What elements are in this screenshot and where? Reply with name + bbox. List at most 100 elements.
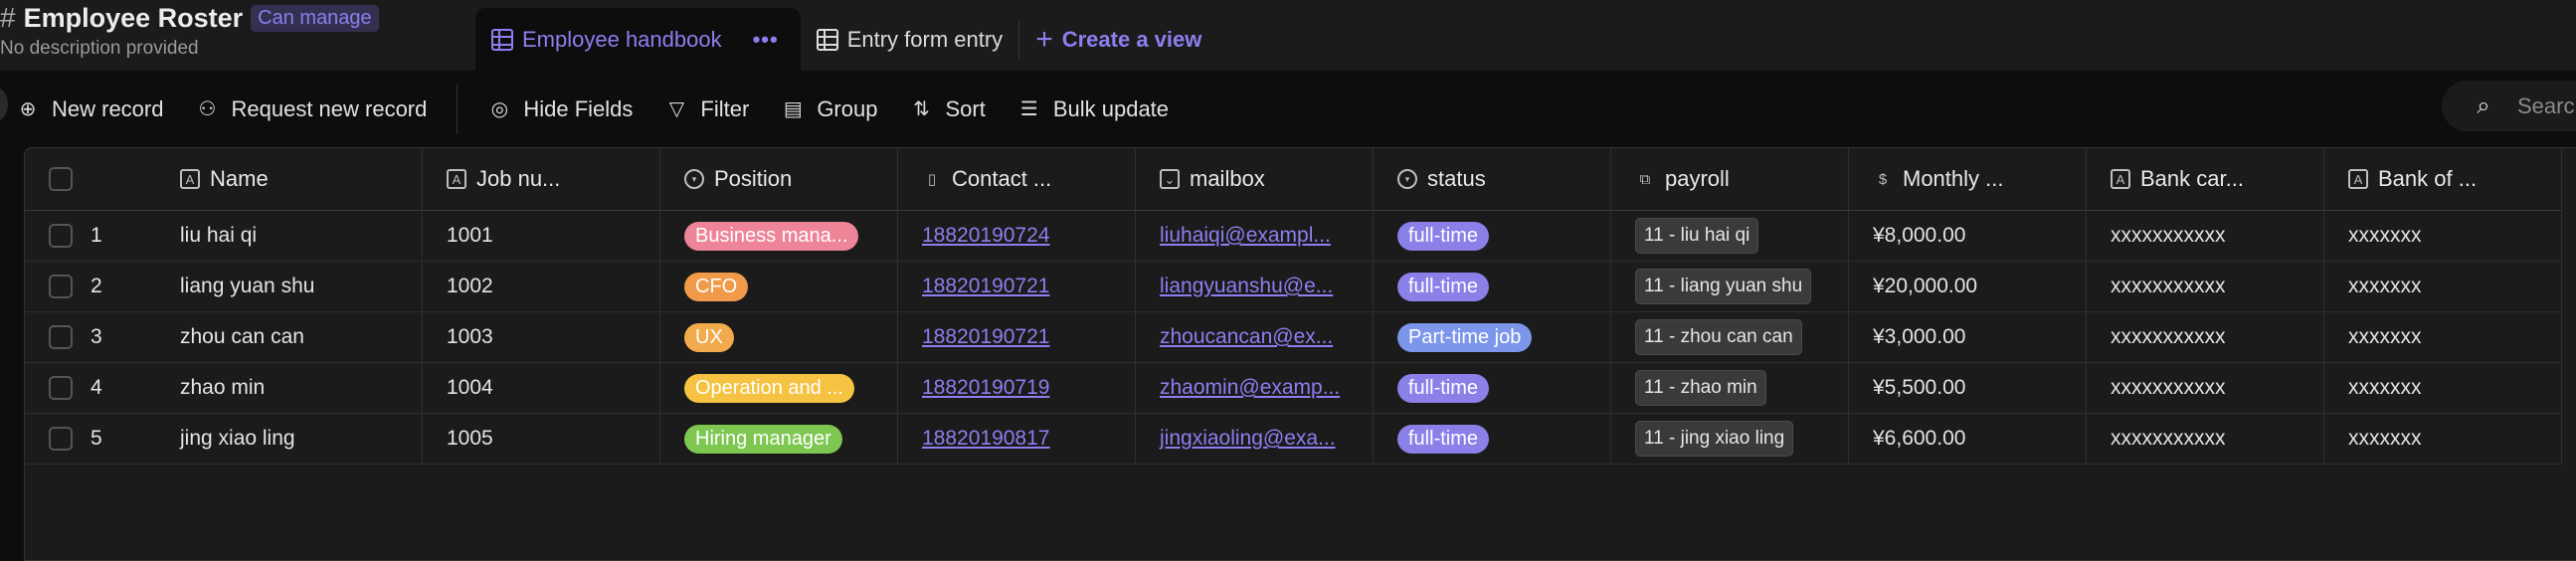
email-link[interactable]: zhoucancan@ex... bbox=[1160, 325, 1333, 349]
page-description[interactable]: No description provided bbox=[0, 38, 199, 60]
column-header[interactable]: ▾ status bbox=[1374, 148, 1611, 210]
search-input[interactable]: ⌕ Search bbox=[2442, 81, 2576, 131]
job-number-cell[interactable]: 1005 bbox=[423, 414, 660, 464]
phone-icon: ▯ bbox=[927, 171, 937, 188]
job-number-cell[interactable]: 1002 bbox=[423, 262, 660, 311]
job-number-cell[interactable]: 1003 bbox=[423, 312, 660, 362]
payroll-cell[interactable]: 11 - jing xiao ling bbox=[1611, 414, 1849, 464]
contact-cell[interactable]: 18820190724 bbox=[898, 211, 1136, 261]
monthly-cell[interactable]: ¥8,000.00 bbox=[1849, 211, 2087, 261]
payroll-link-chip[interactable]: 11 - zhou can can bbox=[1635, 319, 1802, 355]
sort-button[interactable]: ⇅ Sort bbox=[893, 90, 1001, 129]
new-record-button[interactable]: ⊕ New record bbox=[0, 90, 179, 129]
status-cell[interactable]: full-time bbox=[1374, 363, 1611, 413]
payroll-link-chip[interactable]: 11 - jing xiao ling bbox=[1635, 421, 1794, 457]
job-number-cell[interactable]: 1001 bbox=[423, 211, 660, 261]
status-cell[interactable]: full-time bbox=[1374, 414, 1611, 464]
name-cell[interactable]: 4 zhao min bbox=[25, 363, 423, 413]
payroll-cell[interactable]: 11 - liang yuan shu bbox=[1611, 262, 1849, 311]
payroll-cell[interactable]: 11 - liu hai qi bbox=[1611, 211, 1849, 261]
phone-link[interactable]: 18820190724 bbox=[922, 224, 1049, 248]
column-header[interactable]: A Job nu... bbox=[423, 148, 660, 210]
column-header[interactable]: A Bank car... bbox=[2087, 148, 2324, 210]
bank-of-cell[interactable]: xxxxxxx bbox=[2324, 211, 2562, 261]
table-row[interactable]: 4 zhao min 1004 Operation and ... 1882019071… bbox=[25, 363, 2562, 414]
payroll-cell[interactable]: 11 - zhao min bbox=[1611, 363, 1849, 413]
mailbox-cell[interactable]: liuhaiqi@exampl... bbox=[1136, 211, 1374, 261]
monthly-cell[interactable]: ¥5,500.00 bbox=[1849, 363, 2087, 413]
tab-employee-handbook[interactable]: Employee handbook ••• bbox=[475, 8, 801, 71]
table-row[interactable]: 2 liang yuan shu 1002 CFO 18820190721 liangyu… bbox=[25, 262, 2562, 312]
bank-card-cell[interactable]: xxxxxxxxxxx bbox=[2087, 414, 2324, 464]
monthly-cell[interactable]: ¥20,000.00 bbox=[1849, 262, 2087, 311]
column-header[interactable]: A Bank of ... bbox=[2324, 148, 2562, 210]
contact-cell[interactable]: 18820190817 bbox=[898, 414, 1136, 464]
name-cell[interactable]: 2 liang yuan shu bbox=[25, 262, 423, 311]
status-cell[interactable]: full-time bbox=[1374, 262, 1611, 311]
mailbox-cell[interactable]: zhaomin@examp... bbox=[1136, 363, 1374, 413]
phone-link[interactable]: 18820190719 bbox=[922, 376, 1049, 400]
bank-of-cell[interactable]: xxxxxxx bbox=[2324, 312, 2562, 362]
bank-of-cell[interactable]: xxxxxxx bbox=[2324, 414, 2562, 464]
email-link[interactable]: liangyuanshu@e... bbox=[1160, 275, 1333, 298]
status-cell[interactable]: full-time bbox=[1374, 211, 1611, 261]
position-cell[interactable]: Operation and ... bbox=[660, 363, 898, 413]
contact-cell[interactable]: 18820190721 bbox=[898, 262, 1136, 311]
email-link[interactable]: zhaomin@examp... bbox=[1160, 376, 1340, 400]
row-checkbox[interactable] bbox=[49, 325, 73, 349]
table-row[interactable]: 5 jing xiao ling 1005 Hiring manager 1882019… bbox=[25, 414, 2562, 465]
create-view-button[interactable]: + Create a view bbox=[1019, 8, 1217, 71]
filter-button[interactable]: ▽ Filter bbox=[648, 90, 765, 129]
row-checkbox[interactable] bbox=[49, 275, 73, 298]
contact-cell[interactable]: 18820190719 bbox=[898, 363, 1136, 413]
column-header[interactable]: $ Monthly ... bbox=[1849, 148, 2087, 210]
column-header[interactable]: ⧉ payroll bbox=[1611, 148, 1849, 210]
status-cell[interactable]: Part-time job bbox=[1374, 312, 1611, 362]
monthly-cell[interactable]: ¥3,000.00 bbox=[1849, 312, 2087, 362]
phone-link[interactable]: 18820190721 bbox=[922, 275, 1049, 298]
phone-link[interactable]: 18820190721 bbox=[922, 325, 1049, 349]
payroll-cell[interactable]: 11 - zhou can can bbox=[1611, 312, 1849, 362]
email-link[interactable]: liuhaiqi@exampl... bbox=[1160, 224, 1331, 248]
column-header[interactable]: ⌄ mailbox bbox=[1136, 148, 1374, 210]
tab-entry-form-entry[interactable]: Entry form entry bbox=[801, 8, 1018, 71]
hide-fields-button[interactable]: ◎ Hide Fields bbox=[471, 90, 648, 129]
job-number-cell[interactable]: 1004 bbox=[423, 363, 660, 413]
name-cell[interactable]: 1 liu hai qi bbox=[25, 211, 423, 261]
bank-card-cell[interactable]: xxxxxxxxxxx bbox=[2087, 312, 2324, 362]
table-row[interactable]: 1 liu hai qi 1001 Business mana... 188201907… bbox=[25, 211, 2562, 262]
mailbox-cell[interactable]: liangyuanshu@e... bbox=[1136, 262, 1374, 311]
group-button[interactable]: ▤ Group bbox=[765, 90, 893, 129]
row-checkbox[interactable] bbox=[49, 427, 73, 451]
table-row[interactable]: 3 zhou can can 1003 UX 18820190721 zhoucancan… bbox=[25, 312, 2562, 363]
column-header-name[interactable]: Name bbox=[210, 166, 269, 192]
bank-card-cell[interactable]: xxxxxxxxxxx bbox=[2087, 363, 2324, 413]
phone-link[interactable]: 18820190817 bbox=[922, 427, 1049, 451]
mailbox-cell[interactable]: jingxiaoling@exa... bbox=[1136, 414, 1374, 464]
name-cell[interactable]: 3 zhou can can bbox=[25, 312, 423, 362]
column-header[interactable]: ▾ Position bbox=[660, 148, 898, 210]
bank-card-cell[interactable]: xxxxxxxxxxx bbox=[2087, 262, 2324, 311]
payroll-link-chip[interactable]: 11 - liang yuan shu bbox=[1635, 269, 1812, 304]
position-cell[interactable]: UX bbox=[660, 312, 898, 362]
email-link[interactable]: jingxiaoling@exa... bbox=[1160, 427, 1336, 451]
row-checkbox[interactable] bbox=[49, 224, 73, 248]
column-header[interactable]: ▯ Contact ... bbox=[898, 148, 1136, 210]
name-cell[interactable]: 5 jing xiao ling bbox=[25, 414, 423, 464]
row-checkbox[interactable] bbox=[49, 376, 73, 400]
request-new-record-button[interactable]: ⚇ Request new record bbox=[179, 90, 443, 129]
contact-cell[interactable]: 18820190721 bbox=[898, 312, 1136, 362]
bank-of-cell[interactable]: xxxxxxx bbox=[2324, 363, 2562, 413]
position-cell[interactable]: Hiring manager bbox=[660, 414, 898, 464]
monthly-cell[interactable]: ¥6,600.00 bbox=[1849, 414, 2087, 464]
position-cell[interactable]: Business mana... bbox=[660, 211, 898, 261]
bank-of-cell[interactable]: xxxxxxx bbox=[2324, 262, 2562, 311]
bank-card-cell[interactable]: xxxxxxxxxxx bbox=[2087, 211, 2324, 261]
bulk-update-button[interactable]: ☰ Bulk update bbox=[1002, 90, 1185, 129]
payroll-link-chip[interactable]: 11 - liu hai qi bbox=[1635, 218, 1759, 254]
more-options-icon[interactable]: ••• bbox=[753, 27, 779, 53]
select-all-checkbox[interactable] bbox=[49, 167, 73, 191]
position-cell[interactable]: CFO bbox=[660, 262, 898, 311]
mailbox-cell[interactable]: zhoucancan@ex... bbox=[1136, 312, 1374, 362]
payroll-link-chip[interactable]: 11 - zhao min bbox=[1635, 370, 1766, 406]
